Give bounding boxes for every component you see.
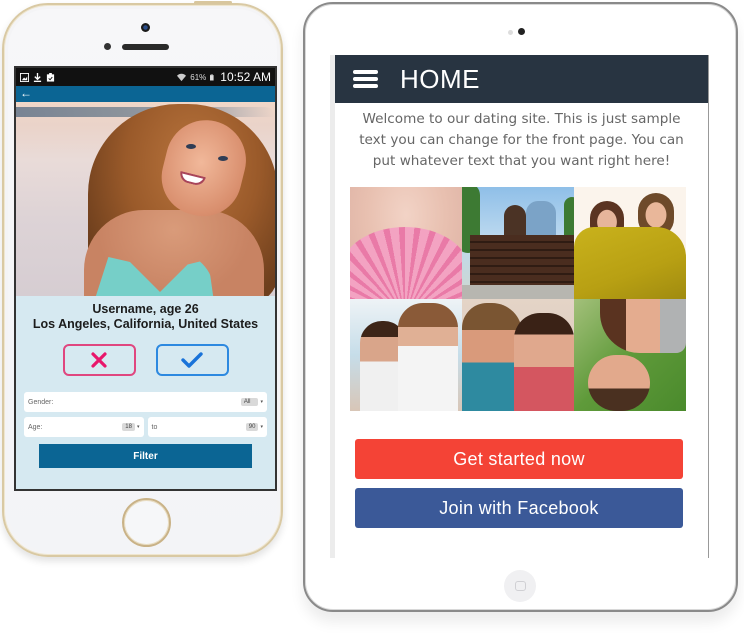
tablet-sensor	[508, 30, 513, 35]
battery-percent: 61%	[190, 72, 207, 82]
call-to-action: Get started now Join with Facebook	[355, 439, 683, 528]
gallery-photo-beach[interactable]	[350, 299, 462, 411]
reject-button[interactable]	[62, 344, 136, 376]
accept-button[interactable]	[155, 344, 229, 376]
age-max-select[interactable]: to 90 ▾	[147, 417, 267, 437]
gallery-photo-embrace[interactable]	[462, 299, 574, 411]
profile-name-age: Username, age 26	[92, 302, 199, 316]
gender-value: All	[240, 398, 259, 406]
page-title: HOME	[400, 63, 480, 94]
profile-location: Los Angeles, California, United States	[32, 317, 259, 331]
tablet-header: HOME	[335, 55, 708, 103]
chevron-down-icon: ▾	[260, 424, 263, 430]
status-bar: 61% 10:52 AM	[16, 68, 275, 86]
photo-eye-right	[218, 156, 228, 161]
gallery-photo-bench[interactable]	[462, 187, 574, 299]
tablet-screen: HOME Welcome to our dating site. This is…	[330, 55, 709, 558]
profile-photo[interactable]	[16, 102, 275, 296]
photo-eye-left	[186, 144, 196, 149]
phone-power-button	[194, 1, 232, 4]
gender-label: Gender:	[28, 398, 54, 406]
age-label: Age:	[28, 423, 43, 431]
join-facebook-button[interactable]: Join with Facebook	[355, 488, 683, 528]
gallery-photo-grass[interactable]	[574, 299, 686, 411]
tablet-front-camera	[518, 28, 525, 35]
status-time: 10:52 AM	[220, 70, 271, 84]
get-started-button[interactable]: Get started now	[355, 439, 683, 479]
wifi-icon	[177, 73, 187, 81]
marketing-mockup: 61% 10:52 AM ← Username, age 26 Los Ange…	[0, 0, 744, 636]
home-square-icon	[514, 581, 526, 591]
phone-screen: 61% 10:52 AM ← Username, age 26 Los Ange…	[14, 66, 277, 491]
close-icon	[91, 352, 107, 368]
gallery-photo-blanket[interactable]	[574, 187, 686, 299]
to-label: to	[151, 423, 158, 431]
filter-button[interactable]: Filter	[39, 444, 252, 468]
phone-sensor	[104, 43, 111, 50]
phone-home-button[interactable]	[122, 498, 171, 547]
checkmark-icon	[181, 352, 203, 368]
welcome-text: Welcome to our dating site. This is just…	[359, 111, 684, 169]
profile-info: Username, age 26 Los Angeles, California…	[16, 296, 275, 332]
vote-actions	[16, 344, 275, 376]
app-bar: ←	[16, 86, 275, 102]
smartphone-device: 61% 10:52 AM ← Username, age 26 Los Ange…	[2, 1, 283, 557]
chevron-down-icon: ▾	[260, 399, 263, 405]
gender-select[interactable]: Gender: All ▾	[24, 392, 267, 412]
age-max-value: 90	[245, 423, 259, 431]
age-min-value: 18	[122, 423, 135, 431]
tablet-home-button[interactable]	[504, 570, 536, 602]
hamburger-menu-icon[interactable]	[353, 70, 378, 88]
gallery-photo-flower[interactable]	[350, 187, 462, 299]
tablet-device: HOME Welcome to our dating site. This is…	[303, 2, 738, 612]
download-icon	[33, 72, 42, 82]
phone-front-camera	[141, 23, 150, 32]
phone-speaker	[122, 44, 169, 50]
search-filters: Gender: All ▾ Age: 18 ▾ to 90 ▾ Filter	[24, 392, 267, 468]
gallery-icon	[20, 72, 29, 82]
back-arrow-icon[interactable]: ←	[20, 86, 32, 100]
age-min-select[interactable]: Age: 18 ▾	[24, 417, 144, 437]
clipboard-icon	[46, 72, 55, 82]
chevron-down-icon: ▾	[136, 424, 140, 430]
photo-gallery	[350, 187, 708, 411]
battery-icon	[210, 74, 214, 80]
age-range: Age: 18 ▾ to 90 ▾	[24, 417, 267, 437]
